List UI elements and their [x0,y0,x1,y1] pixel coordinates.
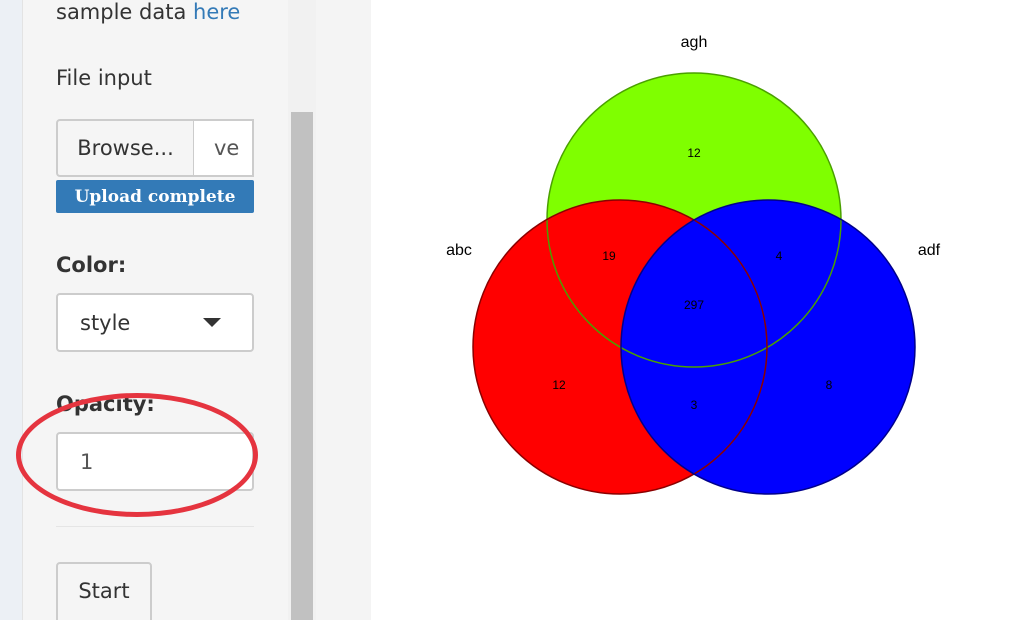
venn-region-count-abc-adf: 3 [691,398,698,412]
file-input-label: File input [56,66,152,90]
sample-data-prefix: sample data [56,0,194,24]
venn-set-label-adf: adf [918,242,941,259]
venn-region-count-adf: 8 [826,378,833,392]
page-margin [0,0,22,620]
browse-button[interactable]: Browse... [56,119,194,177]
venn-region-count-abc-agh: 19 [602,249,616,263]
chevron-down-icon [203,318,221,327]
sidebar-scrollbar[interactable] [288,0,316,620]
venn-set-label-agh: agh [681,34,708,51]
file-name-field[interactable]: ve [194,119,254,177]
app-window: sample data here File input Browse... ve… [0,0,1012,620]
sidebar-divider [56,526,254,527]
venn-set-label-abc: abc [446,242,472,259]
venn-region-count-agh: 12 [687,146,701,160]
color-select-value: style [80,311,131,335]
opacity-label: Opacity: [56,392,155,416]
color-select[interactable]: style [56,293,254,352]
scrollbar-thumb[interactable] [291,112,313,620]
venn-region-count-abc: 12 [552,378,566,392]
opacity-input[interactable] [56,432,254,491]
sample-data-link[interactable]: here [193,0,240,24]
start-button[interactable]: Start [56,562,152,620]
venn-region-count-adf-agh: 4 [776,249,783,263]
venn-region-count-abc-adf-agh: 297 [684,298,704,312]
venn-diagram: agh abc adf 12 19 4 297 12 3 8 [446,34,941,495]
color-label: Color: [56,253,127,277]
layout-gutter [316,0,371,620]
venn-plot-area: agh abc adf 12 19 4 297 12 3 8 [371,0,1012,620]
upload-progress-bar: Upload complete [56,180,254,213]
sample-data-text: sample data here [56,0,240,24]
